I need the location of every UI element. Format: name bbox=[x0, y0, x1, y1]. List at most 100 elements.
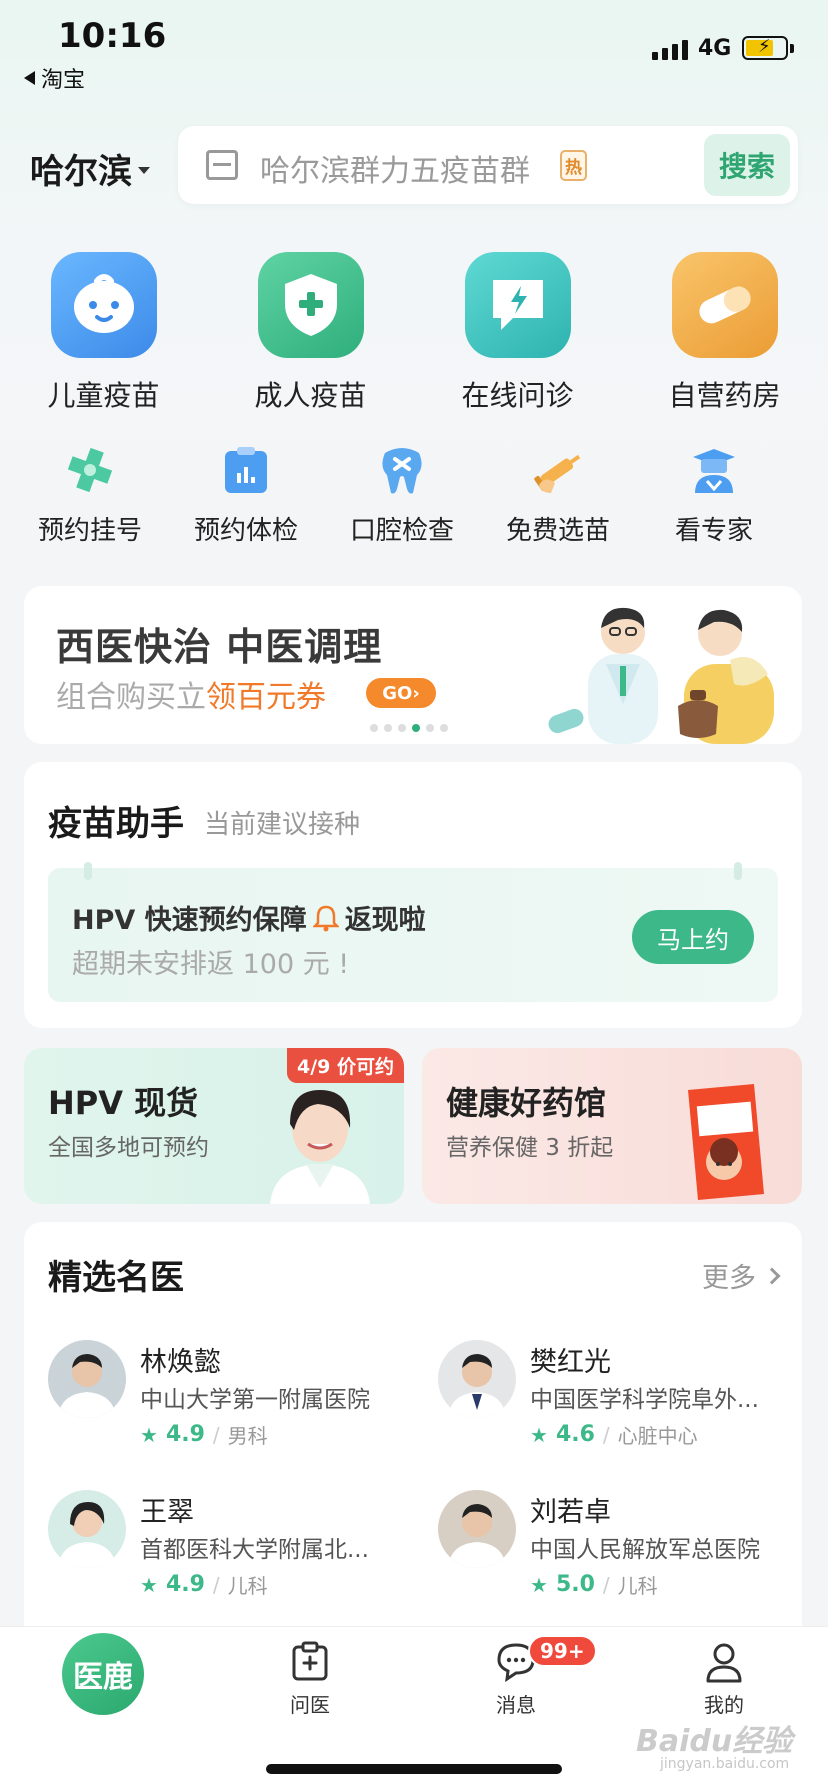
health-pharmacy-card[interactable]: 健康好药馆 营养保健 3 折起 bbox=[422, 1048, 802, 1204]
doctor-item[interactable]: 王翠 首都医科大学附属北... ★ 4.9 / 儿科 bbox=[48, 1490, 428, 1600]
search-button[interactable]: 搜索 bbox=[704, 134, 790, 196]
entry-expert-label: 看专家 bbox=[674, 516, 753, 546]
search-input[interactable]: 哈尔滨群力五疫苗群 bbox=[260, 146, 530, 190]
hpv-card-title: HPV 现货 bbox=[48, 1084, 199, 1122]
entry-dental[interactable]: 口腔检查 bbox=[324, 442, 480, 547]
doctor-avatar bbox=[48, 1340, 126, 1418]
doctor-department: 儿科 bbox=[227, 1574, 268, 1598]
baby-face-icon bbox=[50, 252, 157, 358]
doctor-item[interactable]: 刘若卓 中国人民解放军总医院 ★ 5.0 / 儿科 bbox=[438, 1490, 818, 1600]
doctor-avatar bbox=[48, 1490, 126, 1568]
entry-online-consult-label: 在线问诊 bbox=[461, 379, 574, 412]
book-now-button[interactable]: 马上约 bbox=[632, 910, 754, 964]
pin-left bbox=[84, 862, 92, 880]
entry-dental-label: 口腔检查 bbox=[349, 516, 454, 546]
doctor-rating: 5.0 bbox=[555, 1572, 595, 1597]
hpv-stock-card[interactable]: HPV 现货 全国多地可预约 4/9 价可约 bbox=[24, 1048, 404, 1204]
doctor-rating: 4.6 bbox=[555, 1422, 595, 1447]
back-to-app-link[interactable]: 淘宝 bbox=[24, 62, 85, 94]
scan-icon[interactable] bbox=[206, 150, 238, 180]
city-selector[interactable]: 哈尔滨 bbox=[30, 144, 150, 193]
entry-free-vaccine-select-label: 免费选苗 bbox=[505, 516, 610, 546]
baidu-watermark-url: jingyan.baidu.com bbox=[660, 1756, 790, 1772]
entry-registration-label: 预约挂号 bbox=[37, 516, 142, 546]
entry-expert[interactable]: 看专家 bbox=[636, 442, 792, 547]
doctor-name: 樊红光 bbox=[530, 1347, 611, 1378]
doctor-name: 刘若卓 bbox=[530, 1497, 611, 1528]
pharmacy-card-subtitle: 营养保健 3 折起 bbox=[446, 1135, 614, 1161]
separator: / bbox=[212, 1422, 220, 1447]
secondary-entries: 预约挂号 预约体检 口腔检查 免费选苗 看专家 bbox=[0, 442, 828, 547]
promo-detail: 超期未安排返 100 元 ! bbox=[72, 949, 350, 980]
doctors-title: 精选名医 bbox=[48, 1258, 184, 1298]
charging-bolt-icon: ⚡ bbox=[758, 36, 771, 57]
hpv-card-subtitle: 全国多地可预约 bbox=[48, 1135, 209, 1161]
tab-mine[interactable]: 我的 bbox=[664, 1641, 784, 1718]
tooth-icon bbox=[374, 442, 430, 498]
baidu-watermark: Baidu经验 bbox=[636, 1724, 793, 1759]
tab-home-logo[interactable]: 医鹿 bbox=[62, 1633, 144, 1715]
pharmacy-card-title: 健康好药馆 bbox=[446, 1084, 607, 1122]
doctors-illustration bbox=[548, 594, 798, 744]
vaccine-assistant-card: 疫苗助手 当前建议接种 HPV 快速预约保障 返现啦 超期未安排返 100 元 … bbox=[24, 762, 802, 1028]
entry-adult-vaccine[interactable]: 成人疫苗 bbox=[207, 252, 414, 414]
battery-cap bbox=[790, 44, 794, 53]
doctor-department: 儿科 bbox=[617, 1574, 658, 1598]
doctor-hospital: 中国医学科学院阜外... bbox=[530, 1387, 759, 1413]
shield-plus-icon bbox=[257, 252, 364, 358]
home-indicator bbox=[266, 1764, 562, 1774]
doctor-department: 男科 bbox=[227, 1424, 268, 1448]
banner-sub-highlight: 领百元券 bbox=[206, 680, 326, 715]
medical-kit-icon bbox=[292, 1641, 328, 1681]
primary-entries: 儿童疫苗 成人疫苗 在线问诊 自营药房 bbox=[0, 252, 828, 414]
promo-banner[interactable]: 西医快治 中医调理 组合购买立领百元券 GO› bbox=[24, 586, 802, 744]
user-icon bbox=[706, 1643, 742, 1683]
carousel-dots bbox=[370, 724, 448, 732]
doctor-hospital: 中国人民解放军总医院 bbox=[530, 1537, 760, 1563]
hpv-promo[interactable]: HPV 快速预约保障 返现啦 超期未安排返 100 元 ! 马上约 bbox=[48, 862, 778, 1002]
banner-go-button[interactable]: GO› bbox=[366, 678, 436, 708]
banner-sub-prefix: 组合购买立 bbox=[56, 680, 206, 715]
entry-pharmacy-label: 自营药房 bbox=[668, 379, 781, 412]
banner-subtitle: 组合购买立领百元券 bbox=[56, 672, 326, 716]
doctors-more-link[interactable]: 更多 bbox=[702, 1256, 781, 1295]
tab-ask-doctor[interactable]: 问医 bbox=[250, 1641, 370, 1718]
status-bar: 10:16 淘宝 4G ⚡ bbox=[0, 0, 828, 100]
entry-adult-vaccine-label: 成人疫苗 bbox=[254, 379, 367, 412]
doctor-meta: ★ 4.9 / 男科 bbox=[140, 1420, 268, 1449]
doctor-name: 王翠 bbox=[140, 1497, 194, 1528]
entry-free-vaccine-select[interactable]: 免费选苗 bbox=[480, 442, 636, 547]
doctor-item[interactable]: 林焕懿 中山大学第一附属医院 ★ 4.9 / 男科 bbox=[48, 1340, 428, 1450]
star-icon: ★ bbox=[140, 1572, 158, 1597]
more-label: 更多 bbox=[702, 1263, 756, 1294]
tab-ask-doctor-label: 问医 bbox=[290, 1693, 330, 1717]
entry-child-vaccine[interactable]: 儿童疫苗 bbox=[0, 252, 207, 414]
entry-checkup-label: 预约体检 bbox=[193, 516, 298, 546]
doctor-name: 林焕懿 bbox=[140, 1347, 221, 1378]
entry-pharmacy[interactable]: 自营药房 bbox=[621, 252, 828, 414]
entry-checkup[interactable]: 预约体检 bbox=[168, 442, 324, 547]
doctor-avatar bbox=[438, 1490, 516, 1568]
status-time: 10:16 bbox=[58, 16, 167, 56]
signal-icon bbox=[652, 38, 688, 60]
search-bar[interactable]: 哈尔滨群力五疫苗群 热 搜索 bbox=[178, 126, 798, 204]
pill-icon bbox=[671, 252, 778, 358]
doctor-department: 心脏中心 bbox=[617, 1424, 698, 1448]
doctor-hospital: 首都医科大学附属北... bbox=[140, 1537, 369, 1563]
doctor-meta: ★ 4.6 / 心脏中心 bbox=[530, 1420, 698, 1449]
nurse-photo bbox=[270, 1090, 370, 1204]
doctor-item[interactable]: 樊红光 中国医学科学院阜外... ★ 4.6 / 心脏中心 bbox=[438, 1340, 818, 1450]
tab-mine-label: 我的 bbox=[704, 1693, 744, 1717]
back-app-label: 淘宝 bbox=[41, 68, 86, 93]
chevron-right-icon bbox=[763, 1267, 781, 1284]
tab-messages-label: 消息 bbox=[496, 1693, 536, 1717]
doctor-avatar bbox=[438, 1340, 516, 1418]
doctor-meta: ★ 5.0 / 儿科 bbox=[530, 1570, 658, 1599]
syringe-icon bbox=[530, 442, 586, 498]
entry-online-consult[interactable]: 在线问诊 bbox=[414, 252, 621, 414]
battery-icon: ⚡ bbox=[742, 36, 788, 60]
assistant-subtitle: 当前建议接种 bbox=[204, 810, 361, 840]
back-triangle-icon bbox=[24, 71, 35, 85]
doctor-meta: ★ 4.9 / 儿科 bbox=[140, 1570, 268, 1599]
entry-registration[interactable]: 预约挂号 bbox=[12, 442, 168, 547]
